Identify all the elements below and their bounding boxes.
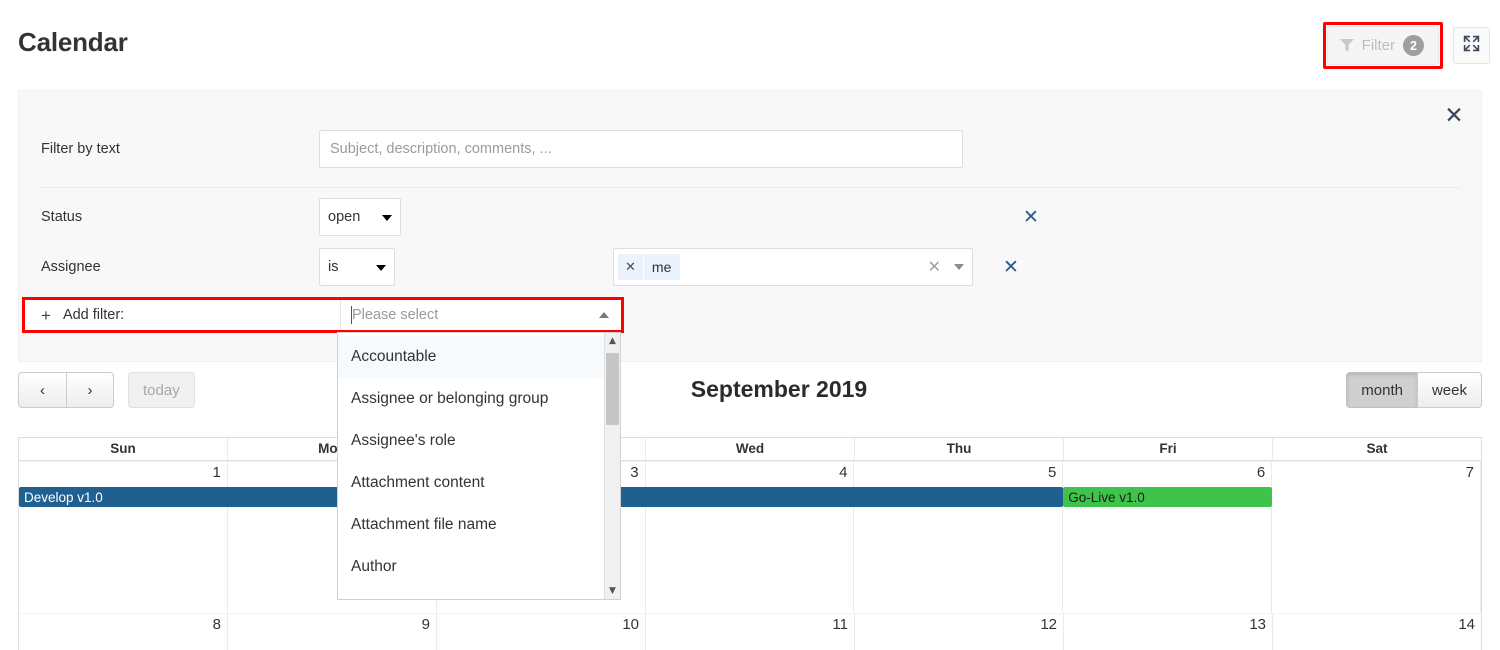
add-filter-placeholder: Please select xyxy=(352,307,439,323)
calendar-day-header: Sun xyxy=(19,438,228,460)
filter-row-text: Filter by text xyxy=(19,129,1483,169)
dropdown-option[interactable]: Attachment content xyxy=(338,462,604,504)
assignee-label: Assignee xyxy=(41,259,101,275)
page-header: Calendar Filter 2 xyxy=(0,0,1500,80)
add-filter-select[interactable]: Please select xyxy=(340,300,621,330)
clear-icon[interactable]: ✕ xyxy=(928,259,941,275)
status-label: Status xyxy=(41,209,83,225)
add-filter-label-group[interactable]: + Add filter: xyxy=(25,300,340,330)
prev-period-button[interactable]: ‹ xyxy=(18,372,66,408)
calendar-day-cell[interactable]: 14 xyxy=(1273,613,1481,650)
calendar-day-cell[interactable]: 4 xyxy=(645,461,855,613)
calendar-day-cell[interactable]: 1 xyxy=(19,461,228,613)
remove-assignee-filter-button[interactable]: ✕ xyxy=(1003,257,1019,277)
calendar-page: Calendar Filter 2 ✕ Filter by text Subje… xyxy=(0,0,1500,650)
calendar-day-cell[interactable]: 10 xyxy=(437,613,646,650)
assignee-operator-value: is xyxy=(328,259,339,275)
fullscreen-button[interactable] xyxy=(1453,27,1490,64)
calendar-day-cell[interactable]: 5 xyxy=(854,461,1064,613)
calendar-day-header: Fri xyxy=(1064,438,1273,460)
calendar-day-cell[interactable]: 6 xyxy=(1063,461,1273,613)
dropdown-option[interactable]: Author xyxy=(338,546,604,588)
calendar-day-cell[interactable]: 7 xyxy=(1272,461,1482,613)
calendar-day-number: 4 xyxy=(839,464,848,481)
filter-button-highlight: Filter 2 xyxy=(1322,22,1443,69)
dropdown-option[interactable]: Assignee or belonging group xyxy=(338,378,604,420)
calendar-day-number: 9 xyxy=(421,616,430,633)
add-filter-label: Add filter: xyxy=(62,307,125,323)
calendar-day-number: 6 xyxy=(1256,464,1266,481)
calendar-event-layer: Develop v1.0 Go-Live v1.0 xyxy=(19,487,1481,509)
chevron-up-icon xyxy=(599,312,609,318)
calendar-day-number: 12 xyxy=(1040,616,1057,633)
status-operator-value: open xyxy=(328,209,361,225)
scroll-up-icon[interactable]: ▲ xyxy=(605,333,620,349)
calendar-day-cell[interactable]: 13 xyxy=(1064,613,1273,650)
calendar-view-switcher: month week xyxy=(1346,372,1482,408)
calendar-day-number: 11 xyxy=(832,616,848,633)
view-week-button[interactable]: week xyxy=(1416,372,1482,408)
calendar-week-row: 1234567Develop v1.0Go-Live v1.0 xyxy=(19,461,1482,613)
funnel-icon xyxy=(1339,39,1354,52)
calendar-day-cell[interactable]: 8 xyxy=(19,613,228,650)
filter-text-input[interactable] xyxy=(319,130,963,168)
view-month-button[interactable]: month xyxy=(1346,372,1417,408)
assignee-token[interactable]: ✕ me xyxy=(618,254,681,280)
panel-divider xyxy=(41,187,1461,188)
calendar-day-number: 10 xyxy=(622,616,639,633)
assignee-value-field[interactable]: ✕ me ✕ xyxy=(613,248,973,286)
token-remove-icon[interactable]: ✕ xyxy=(618,254,644,280)
calendar-day-cell[interactable]: 12 xyxy=(855,613,1064,650)
dropdown-option[interactable]: Attachment file name xyxy=(338,504,604,546)
calendar-day-cell[interactable]: 11 xyxy=(646,613,855,650)
page-title: Calendar xyxy=(18,27,128,57)
status-operator-select[interactable]: open xyxy=(319,198,401,236)
calendar-day-header: Thu xyxy=(855,438,1064,460)
filter-count-badge: 2 xyxy=(1403,35,1424,56)
calendar-day-number: 8 xyxy=(212,616,221,633)
remove-status-filter-button[interactable]: ✕ xyxy=(1023,207,1039,227)
calendar-day-header: Wed xyxy=(646,438,855,460)
chevron-down-icon[interactable] xyxy=(954,264,964,270)
calendar-grid: SunMonTueWedThuFriSat 1234567Develop v1.… xyxy=(18,437,1482,650)
calendar-day-cell[interactable]: 9 xyxy=(228,613,437,650)
filter-button[interactable]: Filter 2 xyxy=(1326,26,1439,65)
calendar-day-number: 3 xyxy=(630,464,639,481)
calendar-day-number: 1 xyxy=(212,464,221,481)
calendar-title: September 2019 xyxy=(690,376,868,402)
assignee-token-label: me xyxy=(651,259,672,275)
fullscreen-expand-icon xyxy=(1462,34,1481,58)
dropdown-option[interactable]: Assignee's role xyxy=(338,420,604,462)
dropdown-option[interactable]: Accountable xyxy=(338,336,604,378)
text-cursor xyxy=(351,306,352,324)
calendar-day-number: 14 xyxy=(1458,616,1475,633)
calendar-day-headers: SunMonTueWedThuFriSat xyxy=(19,438,1481,461)
filter-button-label: Filter xyxy=(1361,37,1395,54)
calendar-day-header: Sat xyxy=(1366,441,1388,456)
calendar-day-number: 13 xyxy=(1249,616,1266,633)
filter-row-assignee: Assignee is ✕ me ✕ ✕ xyxy=(19,248,1483,286)
calendar-day-number: 7 xyxy=(1465,464,1475,481)
assignee-field-actions: ✕ xyxy=(928,249,964,285)
add-filter-dropdown: Accountable Assignee or belonging group As… xyxy=(337,332,621,600)
chevron-down-icon xyxy=(376,265,386,271)
calendar-week-row: 8 9 10 11 12 13 14 xyxy=(19,613,1481,650)
calendar-day-number: 5 xyxy=(1047,464,1057,481)
plus-icon: + xyxy=(41,305,51,325)
chevron-down-icon xyxy=(382,215,392,221)
calendar-event[interactable]: Go-Live v1.0 xyxy=(1063,487,1273,507)
close-icon[interactable]: ✕ xyxy=(1441,103,1467,129)
header-tools: Filter 2 xyxy=(1322,22,1490,69)
scroll-down-icon[interactable]: ▼ xyxy=(605,583,620,599)
calendar-toolbar: ‹ › today September 2019 month week xyxy=(18,372,1482,412)
filter-by-text-label: Filter by text xyxy=(41,141,120,157)
dropdown-scrollbar[interactable]: ▲ ▼ xyxy=(604,333,620,599)
scrollbar-thumb[interactable] xyxy=(606,353,619,425)
add-filter-row: + Add filter: Please select xyxy=(25,300,621,330)
dropdown-option-list: Accountable Assignee or belonging group As… xyxy=(338,333,604,599)
assignee-operator-select[interactable]: is xyxy=(319,248,395,286)
filter-row-status: Status open ✕ xyxy=(19,198,1483,236)
